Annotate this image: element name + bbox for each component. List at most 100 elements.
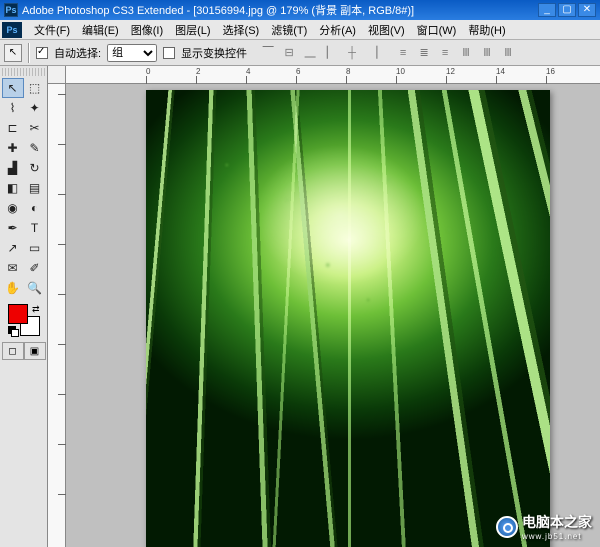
distribute-vcenter-icon[interactable]: ≣ [415,44,433,62]
image-content [146,90,550,547]
show-transform-checkbox[interactable] [163,47,175,59]
maximize-button[interactable]: ▢ [558,3,576,17]
align-left-icon[interactable]: ▏ [322,44,340,62]
ruler-corner [48,66,66,84]
tool-pen[interactable]: ✒ [2,218,24,238]
close-button[interactable]: ✕ [578,3,596,17]
ruler-tick-label: 4 [246,67,250,76]
align-buttons: ⎺ ⊟ ⎽ ▏ ┼ ▕ [259,44,382,62]
ruler-tick [58,144,66,145]
menu-view[interactable]: 视图(V) [362,20,411,40]
ps-badge-icon: Ps [2,22,22,38]
tool-shape[interactable]: ▭ [24,238,46,258]
watermark-text: 电脑本之家 www.jb51.net [522,512,592,541]
tool-marquee[interactable]: ⬚ [24,78,46,98]
distribute-hcenter-icon[interactable]: Ⅲ [478,44,496,62]
align-bottom-icon[interactable]: ⎽ [301,44,319,62]
distribute-right-icon[interactable]: Ⅲ [499,44,517,62]
menu-select[interactable]: 选择(S) [217,20,266,40]
screenmode-button[interactable]: ▣ [24,342,46,360]
ruler-horizontal[interactable]: 0 2 4 6 8 10 12 14 16 [66,66,600,84]
ruler-tick-label: 0 [146,67,150,76]
distribute-buttons: ≡ ≣ ≡ Ⅲ Ⅲ Ⅲ [394,44,517,62]
toolbox: ↖ ⬚ ⌇ ✦ ⊏ ✂ ✚ ✎ ▟ ↻ ◧ ▤ ◉ ◐ ✒ T ↗ ▭ ✉ ✐ … [0,66,48,547]
app-icon: Ps [4,3,18,17]
tool-slice[interactable]: ✂ [24,118,46,138]
tool-eraser[interactable]: ◧ [2,178,24,198]
canvas-area: 0 2 4 6 8 10 12 14 16 [48,66,600,547]
ruler-tick-label: 10 [396,67,405,76]
align-right-icon[interactable]: ▕ [364,44,382,62]
ruler-tick [58,494,66,495]
workspace: ↖ ⬚ ⌇ ✦ ⊏ ✂ ✚ ✎ ▟ ↻ ◧ ▤ ◉ ◐ ✒ T ↗ ▭ ✉ ✐ … [0,66,600,547]
menu-file[interactable]: 文件(F) [28,20,76,40]
tool-eyedropper[interactable]: ✐ [24,258,46,278]
tool-move[interactable]: ↖ [2,78,24,98]
distribute-left-icon[interactable]: Ⅲ [457,44,475,62]
minimize-button[interactable]: _ [538,3,556,17]
menu-window[interactable]: 窗口(W) [411,20,463,40]
ruler-tick [58,344,66,345]
ruler-tick [58,444,66,445]
foreground-color-swatch[interactable] [8,304,28,324]
menu-edit[interactable]: 编辑(E) [76,20,125,40]
tool-path-select[interactable]: ↗ [2,238,24,258]
ruler-tick-label: 14 [496,67,505,76]
ruler-vertical[interactable] [48,84,66,547]
menu-help[interactable]: 帮助(H) [462,20,511,40]
document-canvas[interactable] [146,90,550,547]
align-hcenter-icon[interactable]: ┼ [343,44,361,62]
tool-grid: ↖ ⬚ ⌇ ✦ ⊏ ✂ ✚ ✎ ▟ ↻ ◧ ▤ ◉ ◐ ✒ T ↗ ▭ ✉ ✐ … [2,78,46,298]
menu-filter[interactable]: 滤镜(T) [265,20,313,40]
tool-history-brush[interactable]: ↻ [24,158,46,178]
watermark-brand: 电脑本之家 [522,514,592,530]
watermark-url: www.jb51.net [522,532,592,541]
tool-crop[interactable]: ⊏ [2,118,24,138]
swap-colors-icon[interactable]: ⇄ [32,304,40,315]
ruler-tick [58,194,66,195]
tool-blur[interactable]: ◉ [2,198,24,218]
ruler-tick [346,76,347,84]
tool-brush[interactable]: ✎ [24,138,46,158]
tool-hand[interactable]: ✋ [2,278,24,298]
ruler-tick [58,244,66,245]
window-controls: _ ▢ ✕ [538,3,596,17]
distribute-top-icon[interactable]: ≡ [394,44,412,62]
ruler-tick [396,76,397,84]
menu-image[interactable]: 图像(I) [125,20,169,40]
menu-analysis[interactable]: 分析(A) [313,20,362,40]
ruler-tick-label: 2 [196,67,200,76]
tool-zoom[interactable]: 🔍 [24,278,46,298]
ruler-tick [296,76,297,84]
ruler-tick-label: 8 [346,67,350,76]
toolbox-grip[interactable] [2,68,46,76]
show-transform-label: 显示变换控件 [181,45,247,61]
auto-select-dropdown[interactable]: 组 [107,44,157,62]
current-tool-indicator[interactable]: ↖ [4,44,22,62]
distribute-bottom-icon[interactable]: ≡ [436,44,454,62]
default-colors-icon[interactable] [8,326,18,336]
auto-select-label: 自动选择: [54,45,101,61]
watermark: 电脑本之家 www.jb51.net [496,512,592,541]
tool-notes[interactable]: ✉ [2,258,24,278]
auto-select-checkbox[interactable] [36,47,48,59]
tool-gradient[interactable]: ▤ [24,178,46,198]
tool-dodge[interactable]: ◐ [24,198,46,218]
tool-quick-select[interactable]: ✦ [24,98,46,118]
align-top-icon[interactable]: ⎺ [259,44,277,62]
tool-stamp[interactable]: ▟ [2,158,24,178]
tool-type[interactable]: T [24,218,46,238]
options-bar: ↖ 自动选择: 组 显示变换控件 ⎺ ⊟ ⎽ ▏ ┼ ▕ ≡ ≣ ≡ Ⅲ Ⅲ Ⅲ [0,40,600,66]
quickmask-button[interactable]: ◻ [2,342,24,360]
tool-healing[interactable]: ✚ [2,138,24,158]
ruler-tick [496,76,497,84]
align-vcenter-icon[interactable]: ⊟ [280,44,298,62]
title-text: Adobe Photoshop CS3 Extended - [30156994… [22,2,414,18]
ruler-tick [58,394,66,395]
watermark-logo-icon [496,516,518,538]
menu-layer[interactable]: 图层(L) [169,20,216,40]
tool-lasso[interactable]: ⌇ [2,98,24,118]
screen-mode-buttons: ◻ ▣ [2,342,46,360]
ruler-tick [58,294,66,295]
ruler-tick [546,76,547,84]
